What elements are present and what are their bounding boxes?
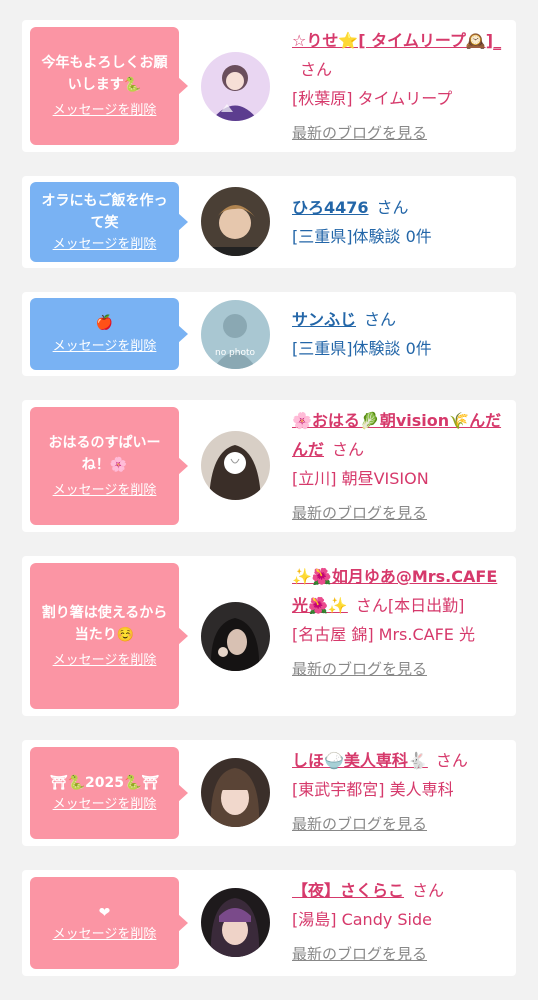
message-text: おはるのすぱいーね！🌸 xyxy=(48,435,161,473)
user-name-link[interactable]: しほ🍚美人専科🐇 xyxy=(292,751,428,770)
message-bubble: ⛩🐍2025🐍⛩ メッセージを削除 xyxy=(30,747,188,839)
message-text: 割り箸は使えるから当たり☺️ xyxy=(41,605,168,643)
user-name-link[interactable]: 【夜】さくらこ xyxy=(292,881,404,900)
list-item: ⛩🐍2025🐍⛩ メッセージを削除 しほ🍚美人専科🐇 さん [東武宇都宮] 美人専… xyxy=(22,740,516,846)
honorific: さん xyxy=(364,310,397,329)
delete-message-link[interactable]: メッセージを削除 xyxy=(53,482,157,500)
honorific: さん xyxy=(376,198,409,217)
latest-blog-link[interactable]: 最新のブログを見る xyxy=(292,940,510,969)
avatar[interactable]: no photo xyxy=(201,300,270,369)
message-text: ❤ xyxy=(98,905,111,921)
message-text: ⛩🐍2025🐍⛩ xyxy=(49,775,160,791)
delete-message-link[interactable]: メッセージを削除 xyxy=(53,652,157,670)
message-bubble: 🍎 メッセージを削除 xyxy=(30,298,188,370)
delete-message-link[interactable]: メッセージを削除 xyxy=(53,236,157,254)
delete-message-link[interactable]: メッセージを削除 xyxy=(53,926,157,944)
avatar[interactable] xyxy=(201,602,270,671)
shop-link[interactable]: [東武宇都宮] 美人専科 xyxy=(292,775,510,804)
list-item: おはるのすぱいーね！🌸 メッセージを削除 🌸おはる🥬朝vision🌾んだんだ さん… xyxy=(22,400,516,532)
delete-message-link[interactable]: メッセージを削除 xyxy=(53,102,157,120)
user-name-link[interactable]: ☆りせ⭐[ タイムリープ🕰️]_ xyxy=(292,31,501,50)
latest-blog-link[interactable]: 最新のブログを見る xyxy=(292,119,510,148)
status-badge: [本日出勤] xyxy=(387,596,465,615)
list-item: オラにもご飯を作って笑 メッセージを削除 ひろ4476 さん [三重県]体験談 0… xyxy=(22,176,516,268)
list-item: 割り箸は使えるから当たり☺️ メッセージを削除 ✨🌺如月ゆあ@Mrs.CAFE光… xyxy=(22,556,516,716)
shop-link[interactable]: [三重県]体験談 0件 xyxy=(292,334,510,363)
user-name-link[interactable]: 🌸おはる🥬朝vision🌾んだんだ xyxy=(292,411,501,459)
avatar[interactable] xyxy=(201,52,270,121)
shop-link[interactable]: [秋葉原] タイムリープ xyxy=(292,84,510,113)
user-name-link[interactable]: サンふじ xyxy=(292,310,356,329)
shop-link[interactable]: [立川] 朝昼VISION xyxy=(292,464,510,493)
list-item: 🍎 メッセージを削除 no photo サンふじ さん [三重県]体験談 0件 xyxy=(22,292,516,376)
message-text: 🍎 xyxy=(95,315,114,331)
shop-link[interactable]: [湯島] Candy Side xyxy=(292,905,510,934)
delete-message-link[interactable]: メッセージを削除 xyxy=(53,796,157,814)
delete-message-link[interactable]: メッセージを削除 xyxy=(53,338,157,356)
honorific: さん xyxy=(332,440,365,459)
list-item: ❤ メッセージを削除 【夜】さくらこ さん [湯島] Candy Side 最新の… xyxy=(22,870,516,976)
message-list: 今年もよろしくお願いします🐍 メッセージを削除 ☆りせ⭐[ タイムリープ🕰️]_… xyxy=(0,0,538,1000)
message-text: オラにもご飯を作って笑 xyxy=(41,193,168,231)
honorific: さん xyxy=(435,751,468,770)
user-name-link[interactable]: ひろ4476 xyxy=(292,198,369,217)
honorific: さん xyxy=(412,881,445,900)
avatar[interactable] xyxy=(201,431,270,500)
avatar[interactable] xyxy=(201,187,270,256)
honorific: さん xyxy=(355,596,388,615)
list-item: 今年もよろしくお願いします🐍 メッセージを削除 ☆りせ⭐[ タイムリープ🕰️]_… xyxy=(22,20,516,152)
message-bubble: ❤ メッセージを削除 xyxy=(30,877,188,969)
latest-blog-link[interactable]: 最新のブログを見る xyxy=(292,810,510,839)
latest-blog-link[interactable]: 最新のブログを見る xyxy=(292,499,510,528)
no-photo-text: no photo xyxy=(215,348,256,358)
message-bubble: 今年もよろしくお願いします🐍 メッセージを削除 xyxy=(30,27,188,145)
message-bubble: 割り箸は使えるから当たり☺️ メッセージを削除 xyxy=(30,563,188,709)
message-bubble: おはるのすぱいーね！🌸 メッセージを削除 xyxy=(30,407,188,525)
message-bubble: オラにもご飯を作って笑 メッセージを削除 xyxy=(30,182,188,262)
latest-blog-link[interactable]: 最新のブログを見る xyxy=(292,655,510,684)
avatar[interactable] xyxy=(201,888,270,957)
avatar[interactable] xyxy=(201,758,270,827)
shop-link[interactable]: [三重県]体験談 0件 xyxy=(292,222,510,251)
message-text: 今年もよろしくお願いします🐍 xyxy=(41,55,168,93)
shop-link[interactable]: [名古屋 錦] Mrs.CAFE 光 xyxy=(292,620,510,649)
honorific: さん xyxy=(300,60,333,79)
